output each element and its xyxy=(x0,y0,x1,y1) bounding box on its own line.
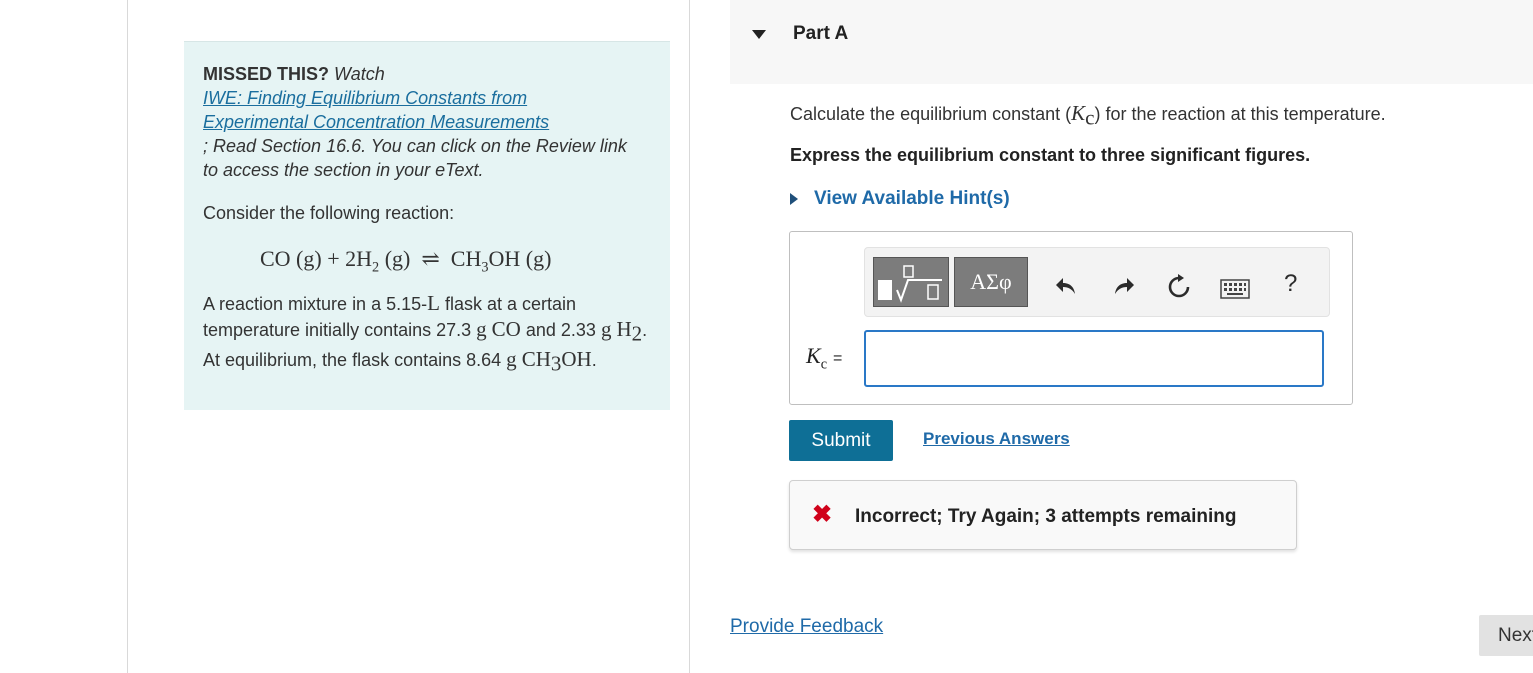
keyboard-icon[interactable] xyxy=(1220,279,1250,299)
greek-symbols-button[interactable]: ΑΣφ xyxy=(954,257,1028,307)
incorrect-x-icon: ✖ xyxy=(812,501,833,528)
consider-text: Consider the following reaction: xyxy=(203,203,455,223)
iwe-link[interactable]: IWE: Finding Equilibrium Constants from E… xyxy=(203,88,549,132)
previous-answers-link[interactable]: Previous Answers xyxy=(923,429,1070,449)
mixture-description: A reaction mixture in a 5.15-L flask at … xyxy=(203,291,648,376)
watch-label: Watch xyxy=(334,64,385,84)
kc-answer-input[interactable] xyxy=(864,330,1324,387)
center-divider xyxy=(689,0,690,673)
reset-icon[interactable] xyxy=(1166,274,1192,300)
redo-icon[interactable] xyxy=(1113,276,1135,296)
templates-button[interactable] xyxy=(873,257,949,307)
missed-heading: MISSED THIS? xyxy=(203,64,330,84)
equilibrium-arrow: ⇌ xyxy=(421,246,440,271)
collapse-triangle-icon[interactable] xyxy=(752,30,766,39)
incorrect-message: Incorrect; Try Again; 3 attempts remaini… xyxy=(855,506,1237,527)
question-text: Calculate the equilibrium constant (Kc) … xyxy=(790,101,1386,130)
provide-feedback-link[interactable]: Provide Feedback xyxy=(730,616,883,638)
kc-label: Kc = xyxy=(806,343,843,373)
part-title: Part A xyxy=(793,23,849,44)
undo-icon[interactable] xyxy=(1055,276,1077,296)
view-hints-link[interactable]: View Available Hint(s) xyxy=(790,188,1010,210)
missed-this-text: MISSED THIS? Watch IWE: Finding Equilibr… xyxy=(203,62,643,182)
left-divider xyxy=(127,0,128,673)
submit-button[interactable]: Submit xyxy=(789,420,893,461)
part-header[interactable] xyxy=(730,0,1533,84)
next-button[interactable]: Next xyxy=(1479,615,1533,656)
instruction-text: Express the equilibrium constant to thre… xyxy=(790,145,1311,165)
expand-triangle-icon xyxy=(790,193,798,205)
missed-this-panel: MISSED THIS? Watch IWE: Finding Equilibr… xyxy=(184,41,670,410)
hint-label: View Available Hint(s) xyxy=(814,188,1010,209)
reaction-equation: CO (g) + 2H2 (g) ⇌ CH3OH (g) xyxy=(260,246,552,276)
help-button[interactable]: ? xyxy=(1284,270,1297,298)
read-section-text: ; Read Section 16.6. You can click on th… xyxy=(203,136,627,180)
sqrt-template-icon xyxy=(878,265,942,303)
